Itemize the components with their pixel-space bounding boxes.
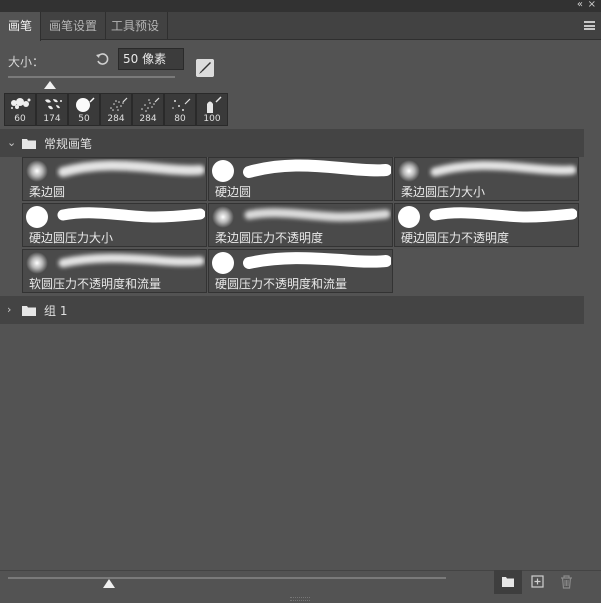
group-name: 常规画笔 [44, 137, 93, 151]
hard-stroke-preview [243, 159, 391, 178]
hard-round-tip-icon [212, 160, 234, 182]
brush-preset[interactable]: 硬边圆 [208, 157, 393, 201]
soft-stroke-preview [58, 253, 205, 268]
soft-round-tip-icon [26, 252, 48, 274]
tab-brushes[interactable]: 画笔 [0, 12, 42, 41]
brush-settings-icon[interactable] [196, 59, 214, 77]
folder-icon [22, 306, 36, 316]
soft-stroke-preview [244, 208, 391, 222]
brush-name: 硬边圆压力不透明度 [401, 231, 510, 245]
group-name: 组 1 [44, 304, 68, 318]
chevron-right-icon[interactable]: › [7, 303, 11, 316]
soft-stroke-preview [58, 160, 205, 177]
recent-brush[interactable]: 80 [164, 93, 196, 126]
collapse-panel-icon[interactable]: « [577, 0, 583, 10]
brush-preset[interactable]: 硬边圆压力大小 [22, 203, 207, 247]
chevron-down-icon[interactable]: ⌄ [7, 136, 16, 149]
trash-icon [561, 575, 572, 589]
preview-size-slider-thumb[interactable] [102, 579, 115, 588]
panel-menu-icon[interactable] [584, 21, 595, 30]
hard-round-tip-icon [398, 206, 420, 228]
brush-preset[interactable]: 柔边圆压力大小 [394, 157, 579, 201]
hard-round-tip-icon [26, 206, 48, 228]
recent-brush-size: 80 [174, 114, 186, 124]
brush-group-header[interactable]: ⌄ 常规画笔 [0, 129, 584, 157]
recent-brush[interactable]: 60 [4, 93, 36, 126]
recent-brush[interactable]: 174 [36, 93, 68, 126]
recent-brush[interactable]: 284 [100, 93, 132, 126]
brush-name: 柔边圆 [29, 185, 66, 199]
spray-brush-icon [110, 97, 128, 111]
hard-stroke-preview [243, 252, 391, 269]
size-slider-track[interactable] [8, 76, 175, 78]
spray-brush-icon [141, 97, 160, 112]
recent-brush-size: 174 [43, 114, 61, 124]
recent-brush[interactable]: 284 [132, 93, 164, 126]
tab-tool-presets[interactable]: 工具预设 [103, 12, 169, 40]
brush-name: 柔边圆压力不透明度 [215, 231, 324, 245]
resize-grip[interactable] [290, 597, 310, 601]
preview-size-slider-track[interactable] [8, 577, 446, 579]
tab-brush-settings[interactable]: 画笔设置 [41, 12, 107, 40]
size-slider-thumb[interactable] [43, 81, 56, 89]
close-panel-icon[interactable]: × [588, 0, 596, 10]
soft-round-tip-icon [398, 160, 420, 182]
brush-preset[interactable]: 硬边圆压力不透明度 [394, 203, 579, 247]
brush-preset[interactable]: 柔边圆 [22, 157, 207, 201]
recent-brush-size: 100 [203, 114, 221, 124]
tab-bar: 画笔 画笔设置 工具预设 [0, 12, 601, 41]
recent-brush-size: 60 [14, 114, 26, 124]
delete-brush-button[interactable] [552, 570, 580, 594]
brush-preset[interactable]: 柔边圆压力不透明度 [208, 203, 393, 247]
reset-icon[interactable] [95, 52, 109, 66]
hard-stroke-preview [57, 207, 205, 223]
new-brush-icon [531, 575, 544, 588]
brush-name: 硬边圆 [215, 185, 252, 199]
brush-name: 硬边圆压力大小 [29, 231, 114, 245]
soft-stroke-preview [430, 161, 577, 177]
soft-round-tip-icon [212, 206, 234, 228]
bristle-brush-icon [207, 96, 222, 113]
recent-brush-size: 50 [78, 114, 90, 124]
hard-stroke-preview [429, 207, 577, 223]
sparse-dots-brush-icon [172, 98, 191, 111]
folder-icon [22, 139, 36, 149]
recent-brush-size: 284 [107, 114, 125, 124]
splatter-brush-icon [11, 98, 31, 109]
hard-round-brush-icon [76, 97, 95, 112]
brush-group-header[interactable]: › 组 1 [0, 296, 584, 324]
recent-brushes: 60 174 50 284 284 80 100 [4, 93, 228, 126]
brush-preset[interactable]: 软圆压力不透明度和流量 [22, 249, 207, 293]
recent-brush[interactable]: 100 [196, 93, 228, 126]
size-input[interactable]: 50 像素 [118, 48, 184, 70]
recent-brush[interactable]: 50 [68, 93, 100, 126]
scatter-leaves-brush-icon [45, 99, 62, 110]
new-brush-button[interactable] [523, 570, 551, 594]
new-group-icon [502, 577, 514, 587]
brush-name: 硬圆压力不透明度和流量 [215, 277, 348, 291]
panel-top-strip: « × [0, 0, 601, 12]
recent-brush-size: 284 [139, 114, 157, 124]
brush-name: 软圆压力不透明度和流量 [29, 277, 162, 291]
new-group-button[interactable] [494, 570, 522, 594]
brush-name: 柔边圆压力大小 [401, 185, 486, 199]
size-label: 大小： [8, 55, 45, 69]
hard-round-tip-icon [212, 252, 234, 274]
soft-round-tip-icon [26, 160, 48, 182]
brush-preset[interactable]: 硬圆压力不透明度和流量 [208, 249, 393, 293]
